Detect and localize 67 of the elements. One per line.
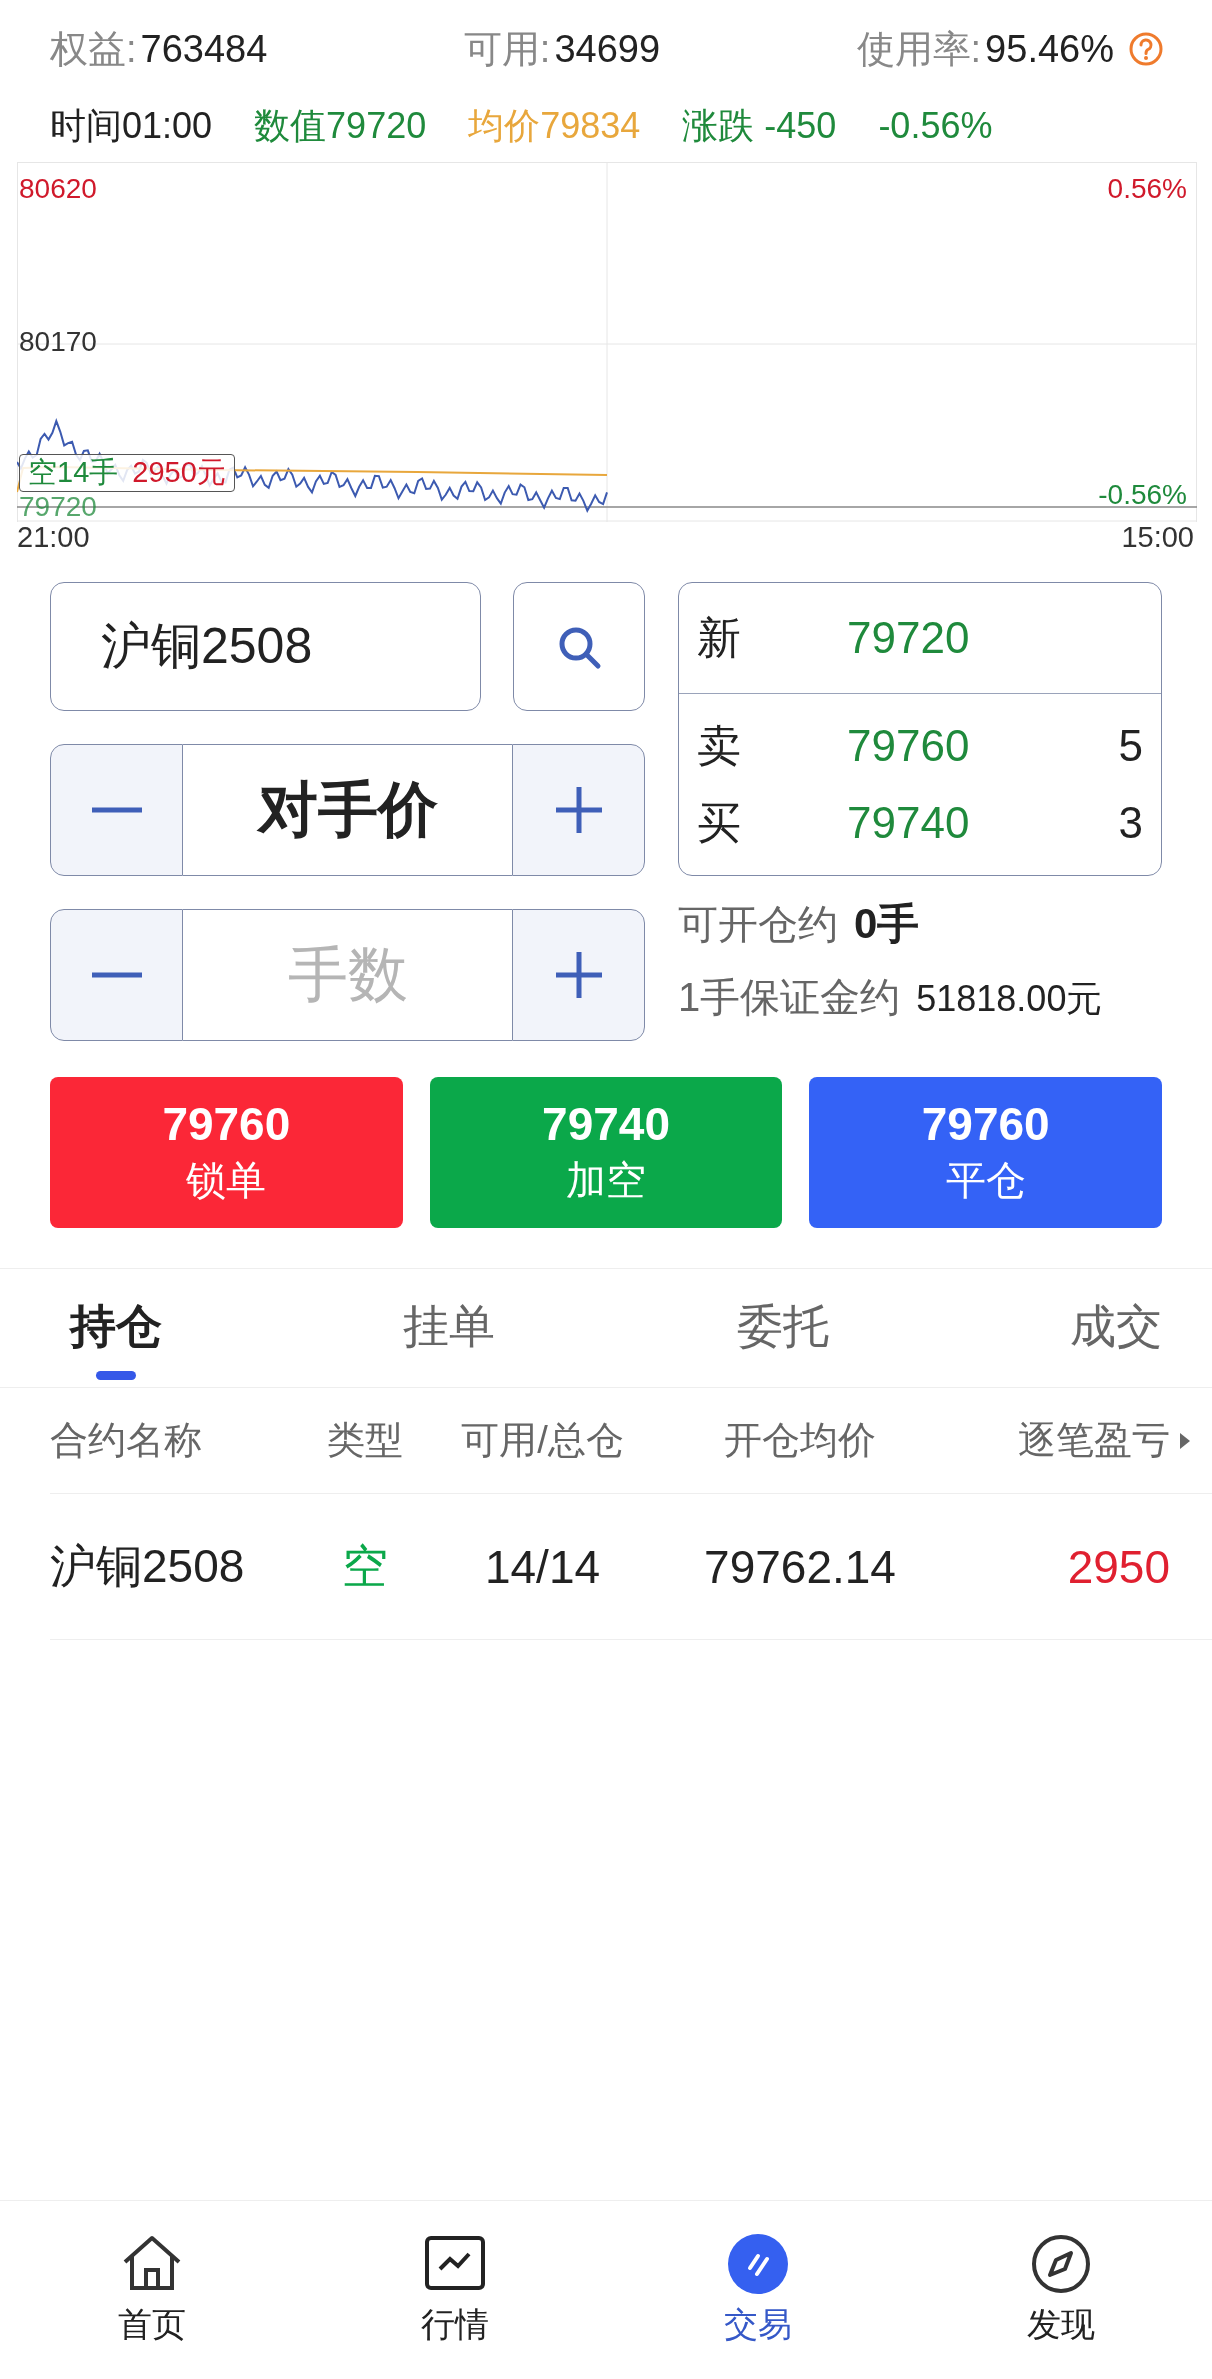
account-label: 可用: — [463, 26, 551, 72]
nav-item[interactable]: 行情 — [354, 2232, 555, 2348]
tab[interactable]: 挂单 — [403, 1269, 496, 1384]
position-profit: 2950元 — [132, 455, 226, 490]
account-value: 95.46% — [985, 27, 1114, 71]
contract-field[interactable]: 沪铜2508 — [50, 582, 481, 711]
column-header: 合约名称 — [50, 1418, 203, 1463]
info-label: 可开仓约 — [678, 901, 838, 948]
info-label: 1手保证金约 — [678, 974, 901, 1021]
quote-price: 79720 — [847, 613, 971, 663]
tab-indicator — [96, 1371, 136, 1380]
quote-label: 新 — [697, 611, 742, 664]
tab[interactable]: 委托 — [736, 1269, 829, 1384]
position-side: 空14手 — [28, 455, 119, 490]
axis-label: -0.56% — [1098, 480, 1187, 510]
table-cell-text: 2950 — [1066, 1539, 1171, 1594]
account-label: 权益: — [50, 26, 137, 72]
table-cell-text: 空 — [341, 1538, 389, 1594]
axis-label: 80170 — [19, 327, 97, 357]
table-cell-text: 14/14 — [483, 1539, 602, 1594]
axis-label: 80620 — [19, 174, 97, 204]
axis-label: 15:00 — [1121, 522, 1194, 555]
quote-stat: -0.56% — [878, 105, 993, 147]
minus-button[interactable] — [50, 909, 183, 1041]
account-label: 使用率: — [856, 26, 982, 72]
quote-label: 卖 — [697, 719, 742, 772]
plus-icon — [553, 785, 604, 835]
plus-button[interactable] — [512, 909, 645, 1041]
plus-icon — [553, 950, 604, 1000]
minus-icon — [91, 807, 142, 813]
nav-item[interactable]: 首页 — [51, 2232, 252, 2348]
column-header: 可用/总仓 — [460, 1418, 625, 1463]
tab[interactable]: 成交 — [1070, 1269, 1162, 1384]
column-header: 逐笔盈亏 — [1018, 1418, 1170, 1463]
info-value: 51818.00元 — [916, 977, 1103, 1021]
quote-volume: 5 — [1118, 721, 1143, 771]
axis-label: 21:00 — [17, 522, 90, 555]
info-value: 0手 — [854, 899, 920, 949]
nav-item[interactable]: 交易 — [657, 2232, 858, 2348]
quote-stat: 涨跌 -450 — [682, 103, 837, 148]
tab[interactable]: 持仓 — [70, 1269, 162, 1384]
order-button[interactable]: 79740 加空 — [429, 1077, 783, 1228]
quote-price: 79760 — [847, 721, 971, 771]
axis-label: 0.56% — [1107, 174, 1187, 204]
table-cell-text: 沪铜2508 — [50, 1538, 246, 1594]
quote-stat: 数值79720 — [254, 103, 427, 148]
trade-icon — [725, 2232, 790, 2296]
minus-button[interactable] — [50, 744, 183, 876]
account-value: 34699 — [554, 27, 661, 71]
help-icon[interactable] — [1128, 31, 1164, 67]
minus-icon — [91, 972, 142, 978]
quote-stat: 时间01:00 — [50, 103, 213, 148]
account-value: 763484 — [140, 27, 268, 71]
column-header: 类型 — [326, 1418, 404, 1463]
quote-volume: 3 — [1118, 798, 1143, 848]
search-button[interactable] — [513, 582, 645, 711]
nav-item[interactable]: 发现 — [960, 2232, 1161, 2348]
scroll-right-icon[interactable] — [1178, 1430, 1192, 1451]
quote-stat: 均价79834 — [468, 103, 641, 148]
column-header: 开仓均价 — [723, 1418, 877, 1463]
order-button[interactable]: 79760 平仓 — [809, 1077, 1162, 1228]
order-button[interactable]: 79760 锁单 — [50, 1077, 403, 1228]
quote-label: 买 — [697, 796, 742, 849]
axis-label: 79720 — [19, 492, 97, 522]
plus-button[interactable] — [512, 744, 645, 876]
table-cell-text: 79762.14 — [703, 1539, 897, 1594]
quote-price: 79740 — [847, 798, 971, 848]
